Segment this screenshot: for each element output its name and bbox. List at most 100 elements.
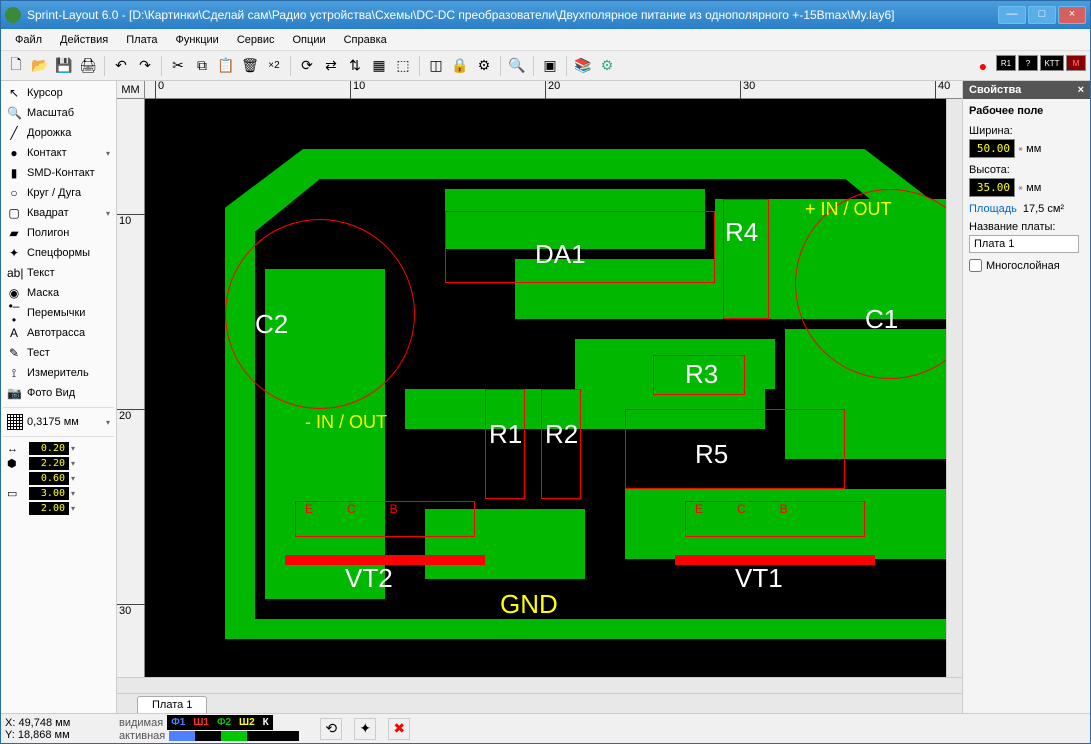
tool-Дорожка[interactable]: ╱Дорожка <box>3 123 114 143</box>
duplicate-button[interactable]: ×2 <box>263 55 285 77</box>
new-button[interactable]: 🗋 <box>5 55 27 77</box>
rotate-button[interactable]: ⟳ <box>296 55 318 77</box>
param-row[interactable]: ↔0.20▾ <box>3 441 114 456</box>
horizontal-scrollbar[interactable] <box>117 677 962 693</box>
q-indicator[interactable]: ? <box>1018 55 1038 71</box>
width-spinner[interactable]: ꘎ <box>1018 143 1023 154</box>
tool-Автотрасса[interactable]: AАвтотрасса <box>3 323 114 343</box>
library-button[interactable]: 📚 <box>572 55 594 77</box>
status-btn2[interactable]: ✦ <box>354 718 376 740</box>
tool-Квадрат[interactable]: ▢Квадрат▾ <box>3 203 114 223</box>
multilayer-checkbox[interactable] <box>969 259 982 272</box>
ruler-vertical: 102030 <box>117 99 145 677</box>
tool-icon: ✎ <box>7 346 21 360</box>
label-r1: R1 <box>489 419 522 450</box>
status-btn1[interactable]: ⟲ <box>320 718 342 740</box>
area-link[interactable]: Площадь <box>969 203 1017 215</box>
tool-Перемычки[interactable]: •–•Перемычки <box>3 303 114 323</box>
layer-button[interactable]: ◫ <box>425 55 447 77</box>
print-button[interactable]: 🖨 <box>77 55 99 77</box>
record-button[interactable]: ● <box>972 55 994 77</box>
height-input[interactable]: 35.00 <box>969 178 1015 197</box>
redo-button[interactable]: ↷ <box>134 55 156 77</box>
select-button[interactable]: ▣ <box>539 55 561 77</box>
coord-y: Y: 18,868 мм <box>5 729 115 741</box>
menu-Плата[interactable]: Плата <box>118 32 165 48</box>
tool-icon: ● <box>7 146 21 160</box>
tool-SMD-Контакт[interactable]: ▮SMD-Контакт <box>3 163 114 183</box>
paste-button[interactable]: 📋 <box>215 55 237 77</box>
canvas-area: MM 010203040 102030 <box>117 81 962 713</box>
align-button[interactable]: ▦ <box>368 55 390 77</box>
copy-button[interactable]: ⧉ <box>191 55 213 77</box>
layer-Ф1[interactable]: Ф1 <box>167 715 189 730</box>
menu-Действия[interactable]: Действия <box>52 32 116 48</box>
zoom-button[interactable]: 🔍 <box>506 55 528 77</box>
layer-Ш2[interactable]: Ш2 <box>235 715 259 730</box>
vertical-scrollbar[interactable] <box>946 99 962 677</box>
grid-value: 0,3175 мм <box>27 416 79 428</box>
layer-Ш1[interactable]: Ш1 <box>189 715 213 730</box>
tool-Фото Вид[interactable]: 📷Фото Вид <box>3 383 114 403</box>
m-indicator[interactable]: M <box>1066 55 1086 71</box>
r1-indicator[interactable]: R1 <box>996 55 1016 71</box>
statusbar: X: 49,748 мм Y: 18,868 мм видимая Ф1Ш1Ф2… <box>1 713 1090 743</box>
pcb-viewport[interactable]: C2 DA1 R4 C1 R1 R2 R3 R5 VT2 VT1 + IN / … <box>145 99 946 677</box>
tool-icon: 📷 <box>7 386 21 400</box>
tool-icon: 🔍 <box>7 106 21 120</box>
tool-Спецформы[interactable]: ✦Спецформы <box>3 243 114 263</box>
boardname-input[interactable] <box>969 235 1079 253</box>
tool-Текст[interactable]: ab|Текст <box>3 263 114 283</box>
ktt-indicator[interactable]: KTT <box>1040 55 1064 71</box>
props-close-icon[interactable]: × <box>1078 84 1084 96</box>
tool-icon: ○ <box>7 186 21 200</box>
undo-button[interactable]: ↶ <box>110 55 132 77</box>
tool-Курсор[interactable]: ↖Курсор <box>3 83 114 103</box>
menu-Сервис[interactable]: Сервис <box>229 32 283 48</box>
menu-Функции[interactable]: Функции <box>167 32 226 48</box>
tool-Тест[interactable]: ✎Тест <box>3 343 114 363</box>
layer-Ф2[interactable]: Ф2 <box>213 715 235 730</box>
param-row[interactable]: 0.60▾ <box>3 471 114 486</box>
minimize-button[interactable]: — <box>998 6 1026 24</box>
mirror-v-button[interactable]: ⇅ <box>344 55 366 77</box>
label-da1: DA1 <box>535 239 586 270</box>
close-button[interactable]: × <box>1058 6 1086 24</box>
mirror-h-button[interactable]: ⇄ <box>320 55 342 77</box>
components-button[interactable]: ⚙ <box>473 55 495 77</box>
tool-Контакт[interactable]: ●Контакт▾ <box>3 143 114 163</box>
group-button[interactable]: ⬚ <box>392 55 414 77</box>
param-row[interactable]: ▭3.00▾ <box>3 486 114 501</box>
grid-icon <box>7 414 23 430</box>
tool-Круг / Дуга[interactable]: ○Круг / Дуга <box>3 183 114 203</box>
status-btn3[interactable]: ✖ <box>388 718 410 740</box>
cut-button[interactable]: ✂ <box>167 55 189 77</box>
save-button[interactable]: 💾 <box>53 55 75 77</box>
open-button[interactable]: 📂 <box>29 55 51 77</box>
app-icon <box>5 7 21 23</box>
label-gnd: GND <box>500 589 558 620</box>
height-spinner[interactable]: ꘎ <box>1018 182 1023 193</box>
width-input[interactable]: 50.00 <box>969 139 1015 158</box>
menu-Опции[interactable]: Опции <box>285 32 334 48</box>
tool-Масштаб[interactable]: 🔍Масштаб <box>3 103 114 123</box>
tool-icon: ▢ <box>7 206 21 220</box>
tab-board1[interactable]: Плата 1 <box>137 696 207 713</box>
delete-button[interactable]: 🗑 <box>239 55 261 77</box>
param-row[interactable]: ⬢2.20▾ <box>3 456 114 471</box>
tool-Измеритель[interactable]: ⟟Измеритель <box>3 363 114 383</box>
tool-icon: ↖ <box>7 86 21 100</box>
settings-button[interactable]: ⚙ <box>596 55 618 77</box>
lock-button[interactable]: 🔒 <box>449 55 471 77</box>
menu-Справка[interactable]: Справка <box>336 32 395 48</box>
coord-x: X: 49,748 мм <box>5 717 115 729</box>
menubar: ФайлДействияПлатаФункцииСервисОпцииСправ… <box>1 29 1090 51</box>
param-row[interactable]: 2.00▾ <box>3 501 114 516</box>
tool-Полигон[interactable]: ▰Полигон <box>3 223 114 243</box>
label-r3: R3 <box>685 359 718 390</box>
layer-К[interactable]: К <box>259 715 273 730</box>
menu-Файл[interactable]: Файл <box>7 32 50 48</box>
maximize-button[interactable]: □ <box>1028 6 1056 24</box>
board-tabs: Плата 1 <box>117 693 962 713</box>
grid-setting[interactable]: 0,3175 мм ▾ <box>3 412 114 432</box>
